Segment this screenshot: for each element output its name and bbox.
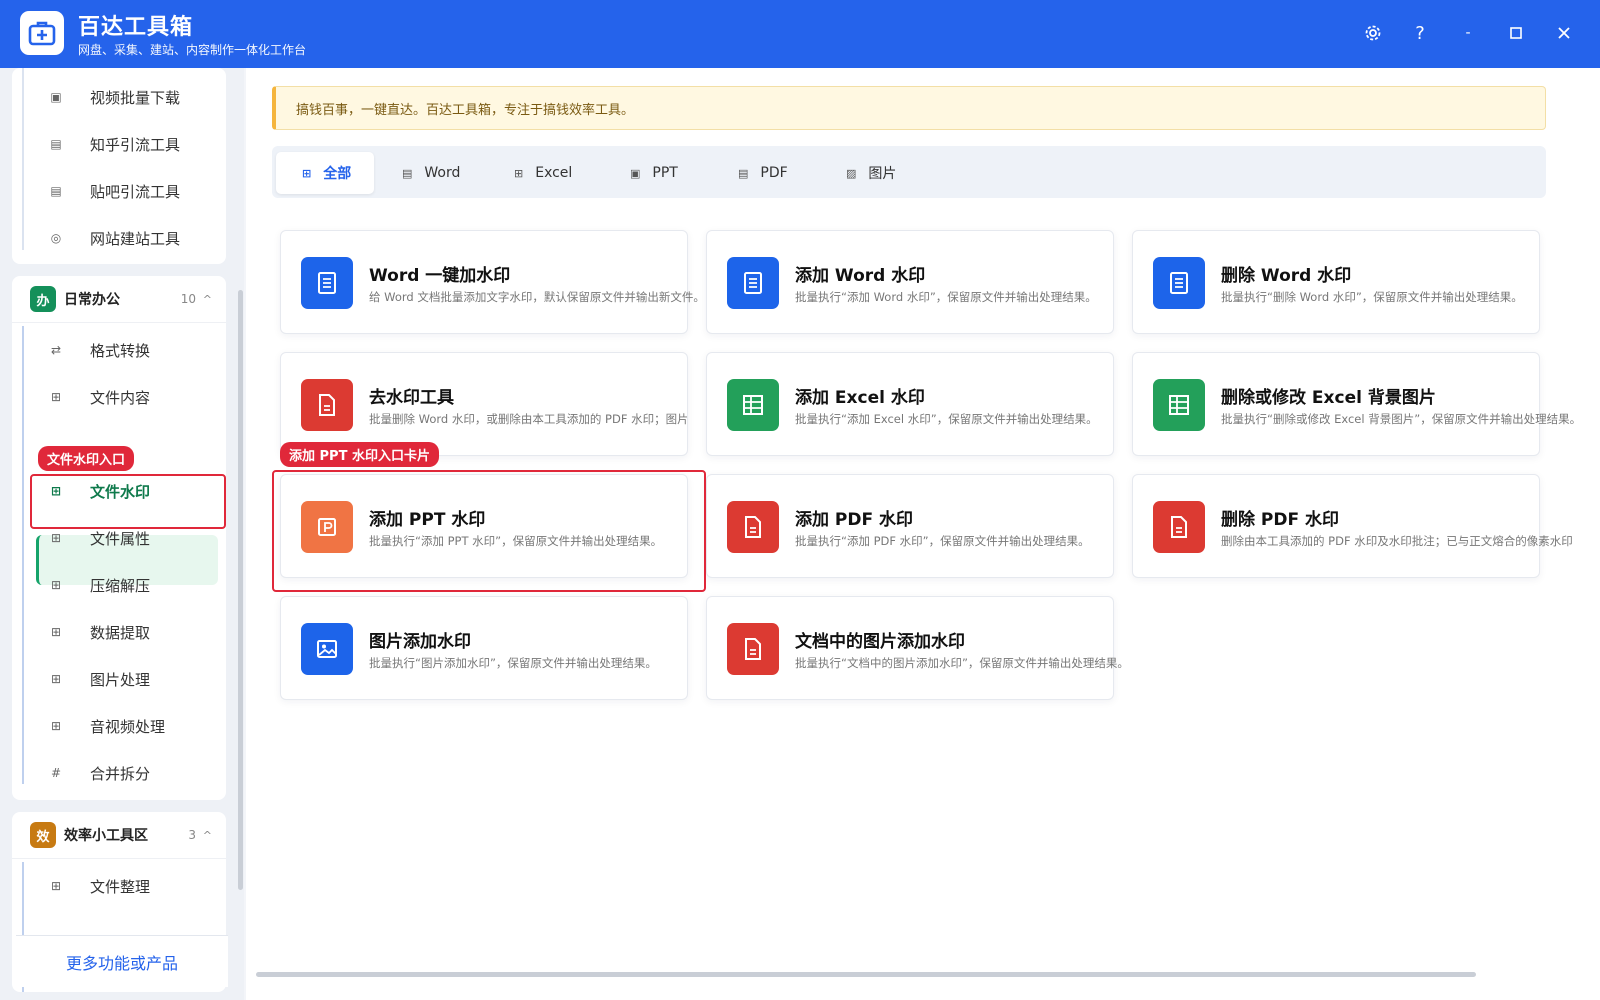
word-doc-icon <box>727 257 779 309</box>
picture-icon <box>301 623 353 675</box>
minimize-icon[interactable]: - <box>1455 20 1481 46</box>
settings-icon[interactable] <box>1360 20 1386 46</box>
sidebar-item-zhihu-tool[interactable]: ▤ 知乎引流工具 <box>24 122 220 166</box>
word-doc-icon <box>301 257 353 309</box>
help-icon[interactable]: ? <box>1407 20 1433 46</box>
sidebar-item-data-extract[interactable]: ⊞ 数据提取 <box>24 610 220 654</box>
doc-icon: ▤ <box>402 166 413 180</box>
maximize-icon[interactable] <box>1503 20 1529 46</box>
pdf-file-icon <box>1153 501 1205 553</box>
grid-icon: ⊞ <box>50 390 62 404</box>
tab-all[interactable]: ⊞ 全部 <box>276 152 374 194</box>
app-subtitle: 网盘、采集、建站、内容制作一体化工作台 <box>78 43 307 57</box>
annotation-box-ppt-card <box>272 470 706 592</box>
tab-ppt[interactable]: ▣ PPT <box>630 152 710 194</box>
tool-card-remove-word-watermark[interactable]: 删除 Word 水印 批量执行“删除 Word 水印”，保留原文件并输出处理结果… <box>1132 230 1540 334</box>
convert-icon: ⇄ <box>50 343 62 357</box>
pdf-file-icon <box>727 501 779 553</box>
zhihu-icon: ▤ <box>50 137 62 151</box>
sheet-icon <box>727 379 779 431</box>
more-products-button[interactable]: 更多功能或产品 <box>16 935 228 987</box>
table-icon: ⊞ <box>514 166 524 180</box>
tool-card-word-one-click-watermark[interactable]: Word 一键加水印 给 Word 文档批量添加文字水印，默认保留原文件并输出新… <box>280 230 705 334</box>
group-count: 3 <box>188 828 196 842</box>
sidebar-item-audio-video[interactable]: ⊞ 音视频处理 <box>24 704 220 748</box>
grid-icon: ⊞ <box>50 578 62 592</box>
tool-card-doc-image-watermark[interactable]: 文档中的图片添加水印 批量执行“文档中的图片添加水印”，保留原文件并输出处理结果… <box>706 596 1129 700</box>
video-icon: ▣ <box>50 90 62 104</box>
grid-icon: ⊞ <box>50 879 62 893</box>
office-badge: 办 <box>30 286 56 312</box>
sheet-icon <box>1153 379 1205 431</box>
sidebar-item-merge-split[interactable]: # 合并拆分 <box>24 751 220 795</box>
tool-card-image-watermark[interactable]: 图片添加水印 批量执行“图片添加水印”，保留原文件并输出处理结果。 <box>280 596 688 700</box>
ppt-icon: ▣ <box>630 166 641 180</box>
sidebar-item-video-download[interactable]: ▣ 视频批量下载 <box>24 75 220 119</box>
sidebar-scrollbar[interactable] <box>238 290 243 890</box>
close-icon[interactable] <box>1551 20 1577 46</box>
tool-card-add-excel-watermark[interactable]: 添加 Excel 水印 批量执行“添加 Excel 水印”，保留原文件并输出处理… <box>706 352 1114 456</box>
category-tabs: ⊞ 全部 ▤ Word ⊞ Excel ▣ PPT ▤ PDF ▨ 图片 <box>272 146 1546 198</box>
efficiency-badge: 效 <box>30 822 56 848</box>
notice-banner: 搞钱百事，一键直达。百达工具箱，专注于搞钱效率工具。 <box>272 86 1546 130</box>
app-title: 百达工具箱 <box>78 15 194 40</box>
website-icon: ◎ <box>50 231 62 245</box>
pdf-icon: ▤ <box>738 166 749 180</box>
annotation-tag-file-watermark: 文件水印入口 <box>38 446 135 471</box>
file-icon <box>727 623 779 675</box>
sidebar-item-website-tool[interactable]: ◎ 网站建站工具 <box>24 216 220 260</box>
sidebar-item-format-convert[interactable]: ⇄ 格式转换 <box>24 328 220 372</box>
hash-icon: # <box>50 766 62 780</box>
tab-pdf[interactable]: ▤ PDF <box>738 152 818 194</box>
group-header-efficiency[interactable]: 效 效率小工具区 3 ^ <box>30 813 220 857</box>
horizontal-scrollbar[interactable] <box>256 972 1476 977</box>
sidebar-item-tieba-tool[interactable]: ▤ 贴吧引流工具 <box>24 169 220 213</box>
sidebar-item-image-process[interactable]: ⊞ 图片处理 <box>24 657 220 701</box>
sidebar-item-file-organize[interactable]: ⊞ 文件整理 <box>24 864 220 908</box>
file-icon <box>301 379 353 431</box>
group-header-daily-office[interactable]: 办 日常办公 10 ^ <box>30 277 220 321</box>
tab-word[interactable]: ▤ Word <box>402 152 492 194</box>
sidebar: ▣ 视频批量下载 ▤ 知乎引流工具 ▤ 贴吧引流工具 ◎ 网站建站工具 办 日常… <box>0 68 244 1000</box>
group-count: 10 <box>180 292 196 306</box>
word-doc-icon <box>1153 257 1205 309</box>
tieba-icon: ▤ <box>50 184 62 198</box>
grid-icon: ⊞ <box>50 531 62 545</box>
annotation-tag-ppt-card: 添加 PPT 水印入口卡片 <box>280 442 439 467</box>
title-bar: 百达工具箱 网盘、采集、建站、内容制作一体化工作台 ? - <box>0 0 1600 68</box>
tool-card-excel-background[interactable]: 删除或修改 Excel 背景图片 批量执行“删除或修改 Excel 背景图片”，… <box>1132 352 1581 456</box>
tool-card-add-pdf-watermark[interactable]: 添加 PDF 水印 批量执行“添加 PDF 水印”，保留原文件并输出处理结果。 <box>706 474 1114 578</box>
collapse-caret-icon[interactable]: ^ <box>203 293 212 306</box>
collapse-caret-icon[interactable]: ^ <box>203 829 212 842</box>
tool-card-add-word-watermark[interactable]: 添加 Word 水印 批量执行“添加 Word 水印”，保留原文件并输出处理结果… <box>706 230 1114 334</box>
tab-excel[interactable]: ⊞ Excel <box>514 152 604 194</box>
sidebar-item-compress[interactable]: ⊞ 压缩解压 <box>24 563 220 607</box>
sidebar-item-file-content[interactable]: ⊞ 文件内容 <box>24 375 220 419</box>
grid-icon: ⊞ <box>302 166 312 180</box>
grid-icon: ⊞ <box>50 719 62 733</box>
grid-icon: ⊞ <box>50 625 62 639</box>
tab-image[interactable]: ▨ 图片 <box>846 152 926 194</box>
grid-icon: ⊞ <box>50 672 62 686</box>
tool-card-remove-pdf-watermark[interactable]: 删除 PDF 水印 删除由本工具添加的 PDF 水印及水印批注；已与正文熔合的像… <box>1132 474 1573 578</box>
tool-card-watermark-remover[interactable]: 去水印工具 批量删除 Word 水印，或删除由本工具添加的 PDF 水印；图片/… <box>280 352 688 456</box>
annotation-box-file-watermark <box>30 474 226 529</box>
image-icon: ▨ <box>846 166 857 180</box>
toolbox-logo-icon <box>20 11 64 55</box>
